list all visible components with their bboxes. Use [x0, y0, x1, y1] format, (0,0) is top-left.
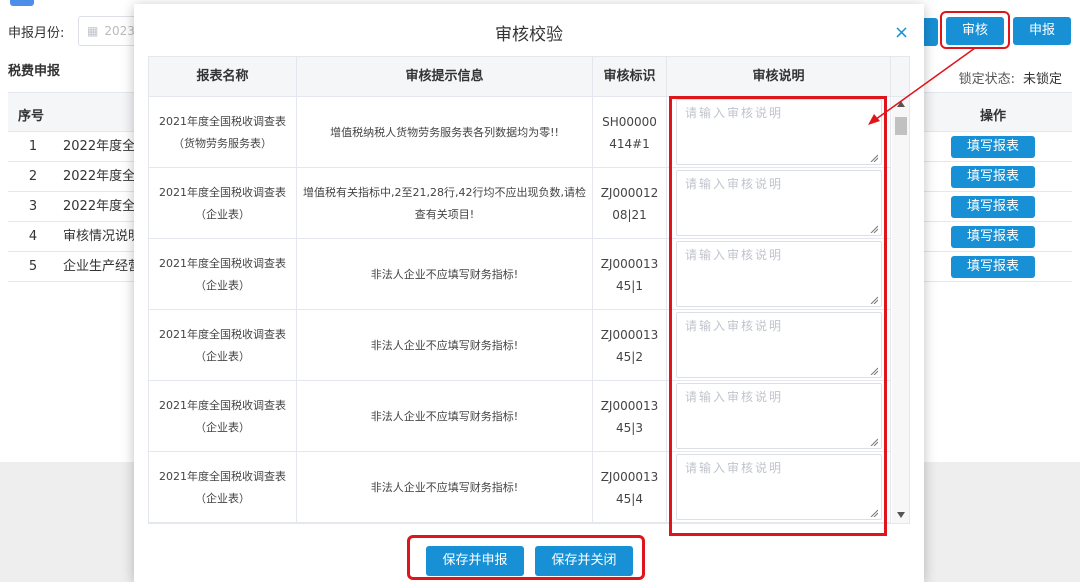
col-header-code: 审核标识: [593, 57, 667, 97]
col-header-explanation: 审核说明: [667, 57, 891, 97]
code-cell: ZJ00001208|21: [593, 168, 667, 239]
message-cell: 非法人企业不应填写财务指标!: [297, 239, 593, 310]
row-op: 填写报表: [951, 196, 1035, 218]
fill-report-button[interactable]: 填写报表: [951, 136, 1035, 158]
review-code: ZJ00001345|4: [600, 469, 659, 506]
row-no: 4: [28, 229, 38, 244]
scroll-up-icon[interactable]: [897, 101, 905, 107]
row-op: 填写报表: [951, 166, 1035, 188]
report-name-cell: 2021年度全国税收调查表（货物劳务服务表）: [149, 97, 297, 168]
dialog-title: 审核校验: [495, 25, 563, 45]
calendar-icon: ▦: [87, 24, 99, 38]
row-no: 1: [28, 139, 38, 154]
report-name: 2021年度全国税收调查表（企业表）: [159, 256, 286, 292]
explanation-column-highlight: [669, 96, 887, 536]
report-name-cell: 2021年度全国税收调查表（企业表）: [149, 239, 297, 310]
vertical-scrollbar[interactable]: [892, 97, 909, 523]
report-name-cell: 2021年度全国税收调查表（企业表）: [149, 452, 297, 523]
code-cell: ZJ00001345|3: [593, 381, 667, 452]
logo: [10, 0, 34, 6]
fill-report-button[interactable]: 填写报表: [951, 256, 1035, 278]
col-header-op: 操作: [980, 109, 1007, 124]
row-op: 填写报表: [951, 256, 1035, 278]
report-name: 2021年度全国税收调查表（企业表）: [159, 469, 286, 505]
review-message: 非法人企业不应填写财务指标!: [370, 338, 519, 352]
submit-button[interactable]: 申报: [1013, 17, 1071, 45]
month-value: 2023: [104, 24, 135, 38]
fill-report-button[interactable]: 填写报表: [951, 226, 1035, 248]
month-label: 申报月份:: [8, 26, 65, 41]
fill-report-button[interactable]: 填写报表: [951, 196, 1035, 218]
row-no: 3: [28, 199, 38, 214]
code-cell: ZJ00001345|2: [593, 310, 667, 381]
review-code: ZJ00001345|3: [600, 398, 659, 435]
review-message: 增值税纳税人货物劳务服务表各列数据均为零!!: [330, 125, 559, 139]
review-message: 非法人企业不应填写财务指标!: [370, 267, 519, 281]
row-name: 审核情况说明: [63, 229, 142, 244]
message-cell: 非法人企业不应填写财务指标!: [297, 310, 593, 381]
scroll-down-icon[interactable]: [897, 512, 905, 518]
col-header-no: 序号: [18, 109, 45, 124]
message-cell: 增值税有关指标中,2至21,28行,42行均不应出现负数,请检查有关项目!: [297, 168, 593, 239]
row-name: 2022年度全: [63, 199, 136, 214]
scroll-thumb[interactable]: [895, 117, 907, 135]
review-code: ZJ00001345|1: [600, 256, 659, 293]
col-header-message: 审核提示信息: [297, 57, 593, 97]
review-code: SH00000414#1: [602, 114, 657, 151]
code-cell: ZJ00001345|4: [593, 452, 667, 523]
row-op: 填写报表: [951, 226, 1035, 248]
message-cell: 增值税纳税人货物劳务服务表各列数据均为零!!: [297, 97, 593, 168]
review-code: ZJ00001208|21: [600, 185, 659, 222]
report-name: 2021年度全国税收调查表（企业表）: [159, 398, 286, 434]
report-name: 2021年度全国税收调查表（货物劳务服务表）: [159, 114, 286, 150]
review-message: 非法人企业不应填写财务指标!: [370, 409, 519, 423]
col-header-gutter: [891, 57, 909, 97]
save-buttons-highlight: [407, 535, 645, 580]
review-table-header: 报表名称 审核提示信息 审核标识 审核说明: [149, 57, 909, 97]
report-name-cell: 2021年度全国税收调查表（企业表）: [149, 381, 297, 452]
code-cell: ZJ00001345|1: [593, 239, 667, 310]
review-code: ZJ00001345|2: [600, 327, 659, 364]
lock-label: 锁定状态:: [958, 72, 1015, 87]
code-cell: SH00000414#1: [593, 97, 667, 168]
lock-value: 未锁定: [1022, 72, 1062, 87]
fill-report-button[interactable]: 填写报表: [951, 166, 1035, 188]
row-name: 2022年度全: [63, 169, 136, 184]
row-no: 2: [28, 169, 38, 184]
report-name-cell: 2021年度全国税收调查表（企业表）: [149, 168, 297, 239]
row-name: 2022年度全: [63, 139, 136, 154]
message-cell: 非法人企业不应填写财务指标!: [297, 381, 593, 452]
report-name: 2021年度全国税收调查表（企业表）: [159, 327, 286, 363]
row-op: 填写报表: [951, 136, 1035, 158]
review-message: 增值税有关指标中,2至21,28行,42行均不应出现负数,请检查有关项目!: [303, 185, 586, 221]
lock-status: 锁定状态: 未锁定: [959, 68, 1062, 87]
col-header-report-name: 报表名称: [149, 57, 297, 97]
report-name: 2021年度全国税收调查表（企业表）: [159, 185, 286, 221]
report-name-cell: 2021年度全国税收调查表（企业表）: [149, 310, 297, 381]
section-title: 税费申报: [8, 64, 61, 79]
row-name: 企业生产经营: [63, 259, 142, 274]
review-message: 非法人企业不应填写财务指标!: [370, 480, 519, 494]
close-icon[interactable]: ×: [894, 22, 909, 43]
message-cell: 非法人企业不应填写财务指标!: [297, 452, 593, 523]
row-no: 5: [28, 259, 38, 274]
review-highlight-box: [940, 11, 1010, 49]
